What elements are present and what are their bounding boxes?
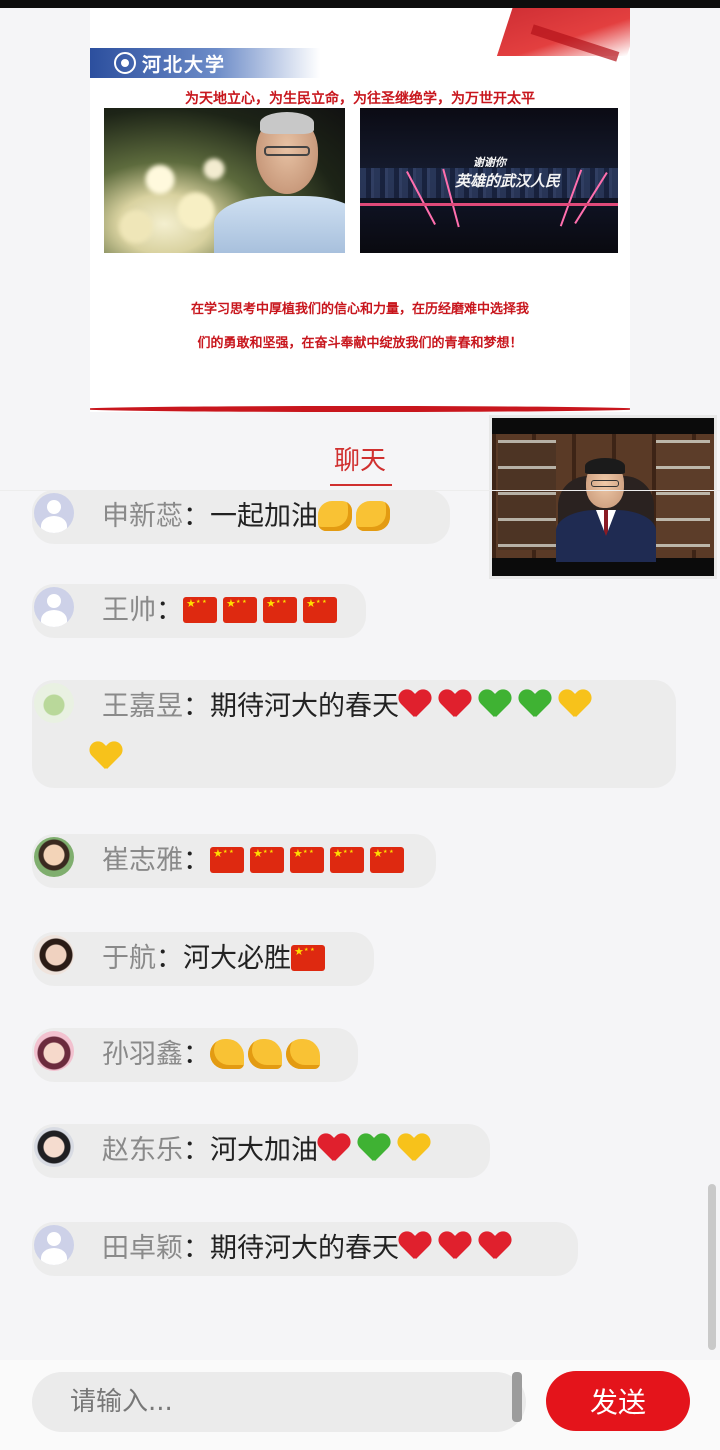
red-heart-emoji-icon: [439, 1232, 471, 1262]
message-colon: ：: [183, 501, 210, 532]
red-heart-emoji-icon: [439, 690, 471, 720]
message-colon: ：: [156, 595, 183, 626]
china-flag-emoji-icon: [291, 944, 325, 971]
message-text: 河大加油: [210, 1135, 318, 1166]
china-flag-emoji-icon: [210, 846, 244, 873]
chat-message: 赵东乐：河大加油: [32, 1124, 490, 1178]
message-text: 一起加油: [210, 501, 318, 532]
bridge-caption-small: 谢谢你: [473, 156, 506, 169]
message-username: 孙羽鑫: [102, 1039, 183, 1070]
message-colon: ：: [156, 943, 183, 974]
message-username: 王帅: [102, 595, 156, 626]
bookshelf-right: [656, 440, 710, 550]
flexed-biceps-emoji-icon: [248, 1038, 282, 1069]
tab-chat[interactable]: 聊天: [322, 440, 398, 477]
green-heart-emoji-icon: [479, 690, 511, 720]
university-seal-icon: [114, 52, 136, 74]
speaker-video-frame: [492, 418, 714, 576]
chat-scrollbar[interactable]: [708, 1184, 716, 1350]
yellow-heart-emoji-icon: [559, 690, 591, 720]
portrait-shirt: [214, 196, 345, 253]
fist-emoji-icon: [356, 500, 390, 531]
slide-bottom-decoration: [90, 406, 630, 412]
message-colon: ：: [183, 1135, 210, 1166]
china-flag-emoji-icon: [303, 596, 337, 623]
red-heart-emoji-icon: [479, 1232, 511, 1262]
avatar[interactable]: [34, 493, 74, 533]
avatar[interactable]: [34, 1127, 74, 1167]
chat-message: 孙羽鑫：: [32, 1028, 358, 1082]
china-flag-emoji-icon: [330, 846, 364, 873]
send-button[interactable]: 发送: [546, 1371, 690, 1431]
message-text: 河大必胜: [183, 943, 291, 974]
message-colon: ：: [183, 1233, 210, 1264]
yellow-heart-emoji-icon: [398, 1134, 430, 1164]
green-heart-emoji-icon: [519, 690, 551, 720]
chat-message: 崔志雅：: [32, 834, 436, 888]
flexed-biceps-emoji-icon: [210, 1038, 244, 1069]
china-flag-emoji-icon: [263, 596, 297, 623]
portrait-hair: [260, 112, 314, 134]
bridge-caption-main: 英雄的武汉人民: [455, 172, 561, 190]
china-flag-emoji-icon: [290, 846, 324, 873]
status-bar: [0, 0, 720, 8]
chat-input[interactable]: [32, 1372, 526, 1432]
avatar[interactable]: [34, 1225, 74, 1265]
message-username: 于航: [102, 943, 156, 974]
message-colon: ：: [183, 1039, 210, 1070]
message-text: 期待河大的春天: [210, 1233, 399, 1264]
speaker-glasses: [591, 480, 619, 487]
bridge-caption: 谢谢你 英雄的武汉人民: [455, 154, 560, 190]
chat-message: 于航：河大必胜: [32, 932, 374, 986]
red-heart-emoji-icon: [318, 1134, 350, 1164]
red-heart-emoji-icon: [399, 1232, 431, 1262]
portrait-photo: [104, 108, 345, 253]
slide-text-line-1: 在学习思考中厚植我们的信心和力量，在历经磨难中选择我: [190, 302, 529, 317]
message-username: 赵东乐: [102, 1135, 183, 1166]
slide-text-line-2: 们的勇敢和坚强，在奋斗奉献中绽放我们的青春和梦想！: [197, 336, 523, 351]
slide-motto: 为天地立心，为生民立命，为往圣继绝学，为万世开太平: [185, 91, 535, 107]
flexed-biceps-emoji-icon: [286, 1038, 320, 1069]
bridge-deck: [360, 203, 618, 206]
chat-message: 王帅：: [32, 584, 366, 638]
chat-input-bar: 发送: [0, 1360, 720, 1450]
avatar[interactable]: [34, 683, 74, 723]
message-username: 田卓颖: [102, 1233, 183, 1264]
wuhan-bridge-photo: 谢谢你 英雄的武汉人民: [360, 108, 618, 253]
message-colon: ：: [183, 691, 210, 722]
avatar[interactable]: [34, 837, 74, 877]
message-username: 申新蕊: [102, 501, 183, 532]
bookshelf-left: [498, 440, 556, 550]
university-name: 河北大学: [142, 53, 227, 76]
chat-message: 田卓颖：期待河大的春天: [32, 1222, 578, 1276]
presentation-slide: 河北大学 为天地立心，为生民立命，为往圣继绝学，为万世开太平 谢谢你 英雄的武汉…: [90, 8, 630, 412]
fist-emoji-icon: [318, 500, 352, 531]
message-username: 王嘉昱: [102, 691, 183, 722]
speaker-video[interactable]: [489, 415, 717, 579]
china-flag-emoji-icon: [223, 596, 257, 623]
red-heart-emoji-icon: [399, 690, 431, 720]
speaker-hair: [585, 458, 625, 474]
avatar[interactable]: [34, 935, 74, 975]
message-colon: ：: [183, 845, 210, 876]
tab-chat-underline: [330, 484, 392, 486]
china-flag-emoji-icon: [370, 846, 404, 873]
university-logo: 河北大学: [90, 48, 320, 78]
green-heart-emoji-icon: [358, 1134, 390, 1164]
message-username: 崔志雅: [102, 845, 183, 876]
message-text: 期待河大的春天: [210, 691, 399, 722]
china-flag-emoji-icon: [183, 596, 217, 623]
avatar[interactable]: [34, 587, 74, 627]
yellow-heart-emoji-icon: [90, 742, 122, 772]
input-handle: [512, 1372, 522, 1422]
china-flag-emoji-icon: [250, 846, 284, 873]
avatar[interactable]: [34, 1031, 74, 1071]
chat-message: 王嘉昱：期待河大的春天: [32, 680, 676, 788]
chat-message: 申新蕊：一起加油: [32, 490, 450, 544]
message-overflow-line: [90, 738, 130, 780]
portrait-glasses: [264, 146, 310, 156]
